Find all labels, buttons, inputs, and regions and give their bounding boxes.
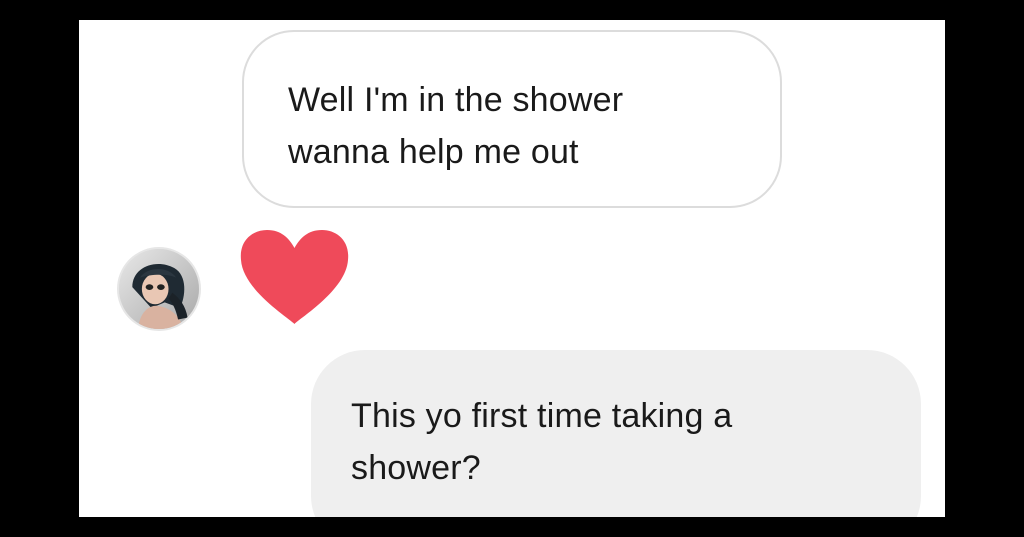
profile-photo-avatar[interactable] [117, 247, 201, 331]
incoming-message-text: Well I'm in the shower wanna help me out [288, 81, 624, 171]
chat-screenshot: Well I'm in the shower wanna help me out [79, 20, 945, 517]
heart-reaction[interactable] [237, 228, 352, 328]
outgoing-message-text: This yo first time taking a shower? [351, 397, 733, 487]
heart-icon [240, 230, 349, 324]
avatar-photo-icon [119, 249, 199, 329]
incoming-message-bubble[interactable]: Well I'm in the shower wanna help me out [242, 30, 782, 208]
outgoing-message-bubble[interactable]: This yo first time taking a shower? [311, 350, 921, 517]
